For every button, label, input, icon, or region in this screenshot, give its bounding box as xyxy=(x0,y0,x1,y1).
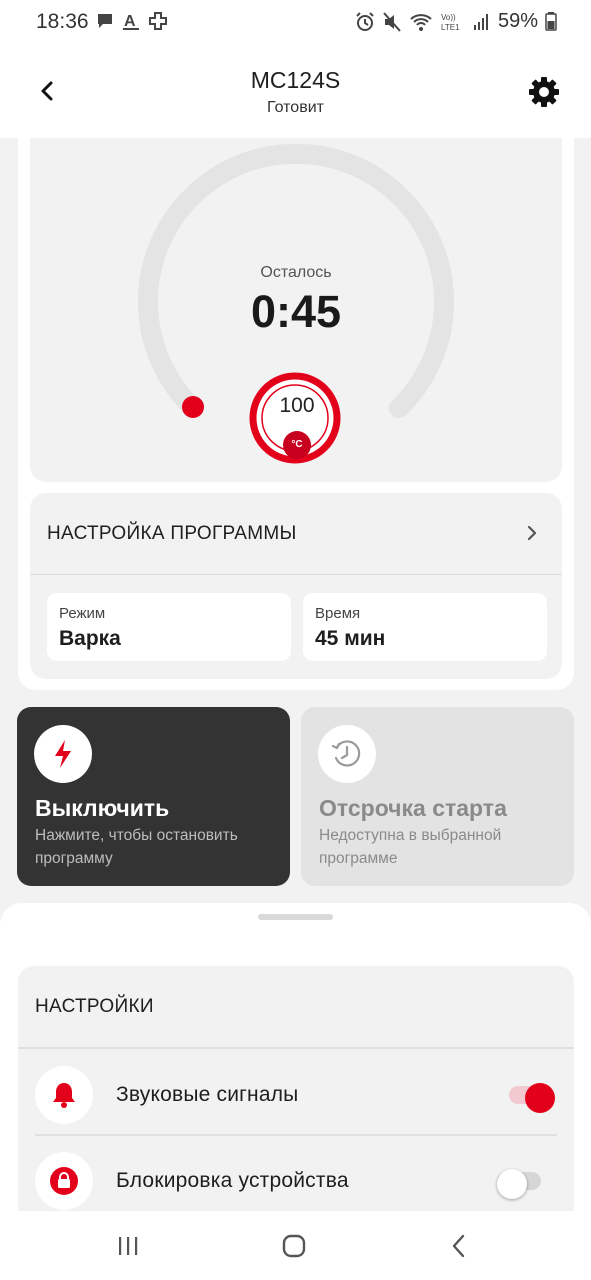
settings-card: НАСТРОЙКИ Звуковые сигналы Блокировка ус… xyxy=(18,966,574,1223)
remaining-time: 0:45 xyxy=(250,286,342,337)
sheet-drag-handle[interactable] xyxy=(258,914,333,920)
sound-label: Звуковые сигналы xyxy=(116,1083,299,1106)
main-panel: Осталось 0:45 100 °C НАСТРОЙКА ПРОГРАММЫ… xyxy=(18,138,574,690)
program-settings-card: НАСТРОЙКА ПРОГРАММЫ Режим Варка Время 45… xyxy=(30,493,562,679)
turn-off-description: Нажмите, чтобы остановить программу xyxy=(35,827,238,867)
lock-toggle[interactable] xyxy=(497,1169,541,1199)
status-time: 18:36 xyxy=(36,10,89,33)
turn-off-button[interactable]: Выключить Нажмите, чтобы остановить прог… xyxy=(17,707,290,886)
battery-percent: 59% xyxy=(497,10,538,32)
time-param[interactable]: Время 45 мин xyxy=(303,593,547,661)
back-nav-button[interactable] xyxy=(441,1231,477,1261)
turn-off-title: Выключить xyxy=(35,795,170,821)
home-button[interactable] xyxy=(276,1231,312,1261)
lock-icon-circle xyxy=(35,1152,93,1210)
mode-param[interactable]: Режим Варка xyxy=(47,593,291,661)
delay-start-title: Отсрочка старта xyxy=(319,795,507,821)
notification-icons: A xyxy=(96,10,168,32)
remaining-label: Осталось xyxy=(260,264,332,281)
sound-toggle[interactable] xyxy=(509,1083,555,1113)
setting-row-lock[interactable]: Блокировка устройства xyxy=(35,1134,557,1216)
bell-icon xyxy=(53,1083,75,1108)
alarm-icon xyxy=(356,11,374,31)
sound-icon-circle xyxy=(35,1066,93,1124)
mode-label: Режим xyxy=(59,605,106,622)
time-value: 45 мин xyxy=(315,627,386,650)
recent-apps-icon xyxy=(119,1237,138,1255)
setting-row-sound[interactable]: Звуковые сигналы xyxy=(35,1048,557,1130)
time-label: Время xyxy=(315,605,361,622)
app-header: MC124S Готовит xyxy=(0,46,591,138)
recent-apps-button[interactable] xyxy=(110,1231,146,1261)
chevron-right-icon xyxy=(527,525,537,541)
device-status: Готовит xyxy=(267,99,324,116)
temperature-value[interactable]: 100 xyxy=(260,394,334,418)
svg-text:A: A xyxy=(124,13,136,30)
program-settings-title: НАСТРОЙКА ПРОГРАММЫ xyxy=(47,523,297,544)
message-icon xyxy=(98,14,112,28)
mode-value: Варка xyxy=(59,627,121,650)
temperature-unit-badge: °C xyxy=(283,431,311,459)
system-nav-bar xyxy=(0,1211,591,1280)
lock-label: Блокировка устройства xyxy=(116,1169,349,1192)
status-right: Vo)) LTE1 59% xyxy=(355,10,557,33)
home-icon xyxy=(282,1234,306,1258)
clock-delay-icon xyxy=(331,740,361,767)
svg-text:Vo)): Vo)) xyxy=(441,13,456,22)
settings-title: НАСТРОЙКИ xyxy=(35,996,154,1017)
device-title: MC124S xyxy=(250,67,341,93)
battery-icon xyxy=(545,11,557,31)
svg-text:LTE1: LTE1 xyxy=(441,23,460,32)
gear-icon xyxy=(529,77,559,107)
status-bar: 18:36 A Vo)) LTE1 59% xyxy=(0,0,591,46)
settings-bottom-sheet: НАСТРОЙКИ Звуковые сигналы Блокировка ус… xyxy=(0,903,591,1223)
mute-icon xyxy=(383,11,401,32)
font-a-icon: A xyxy=(123,13,139,30)
program-settings-header[interactable]: НАСТРОЙКА ПРОГРАММЫ xyxy=(30,493,562,575)
dial-progress-marker xyxy=(182,396,204,418)
delay-start-button[interactable]: Отсрочка старта Недоступна в выбранной п… xyxy=(301,707,574,886)
timer-dial-card: Осталось 0:45 100 °C xyxy=(30,138,562,482)
lightning-icon xyxy=(55,740,71,768)
volte-icon: Vo))LTE1 xyxy=(441,13,460,32)
lock-icon xyxy=(50,1167,78,1195)
medical-cross-icon xyxy=(149,12,167,30)
delay-start-description: Недоступна в выбранной программе xyxy=(319,827,502,867)
wifi-icon xyxy=(410,13,432,31)
signal-icon xyxy=(473,13,488,30)
delay-start-icon-circle xyxy=(318,725,376,783)
settings-button[interactable] xyxy=(526,74,562,110)
turn-off-icon-circle xyxy=(34,725,92,783)
back-nav-icon xyxy=(452,1234,465,1258)
